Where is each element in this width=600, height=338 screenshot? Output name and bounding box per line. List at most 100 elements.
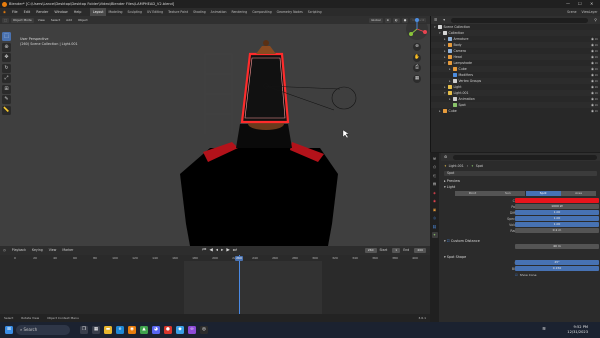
timeline-playhead[interactable]: [239, 255, 240, 314]
light-type-sun[interactable]: Sun: [490, 191, 526, 196]
tab-compositing[interactable]: Compositing: [250, 8, 274, 16]
menu-select[interactable]: Select: [49, 18, 62, 23]
light-type-spot[interactable]: Spot: [525, 191, 561, 196]
wifi-icon[interactable]: ≋: [540, 326, 548, 334]
object-tab-icon[interactable]: ▣: [432, 207, 438, 213]
outliner-row[interactable]: ▸ Cube ◉ ▭: [431, 108, 600, 114]
properties-editor-icon[interactable]: ⚙: [441, 155, 450, 159]
tab-uv-editing[interactable]: UV Editing: [144, 8, 165, 16]
view-layer-selector[interactable]: ViewLayer: [579, 8, 600, 16]
rotate-tool-icon[interactable]: ↻: [2, 63, 11, 73]
mode-dropdown[interactable]: Object Mode: [10, 17, 34, 23]
3d-viewport[interactable]: [0, 24, 430, 246]
windows-start-icon[interactable]: ⊞: [5, 326, 13, 334]
app-icon-blue[interactable]: ◆: [176, 326, 184, 334]
menu-edit[interactable]: Edit: [21, 8, 34, 16]
blender-menu-icon[interactable]: ◉: [0, 8, 9, 16]
tab-animation[interactable]: Animation: [208, 8, 229, 16]
orientation-dropdown[interactable]: Global: [369, 17, 383, 23]
menu-timeline-view[interactable]: View: [46, 246, 60, 255]
tool-tab-icon[interactable]: ⚒: [432, 156, 438, 162]
color-swatch[interactable]: [515, 198, 599, 203]
scene-tab-icon[interactable]: ◈: [432, 190, 438, 196]
render-tab-icon[interactable]: ⎙: [432, 164, 438, 170]
playhead-frame-label[interactable]: 260: [235, 255, 243, 261]
jump-end-icon[interactable]: ⏭: [231, 246, 238, 255]
property-value[interactable]: 45°: [515, 260, 599, 265]
editor-type-icon[interactable]: ⬚: [2, 17, 9, 23]
edge-icon[interactable]: e: [116, 326, 124, 334]
pan-hand-icon[interactable]: ✋: [413, 53, 421, 62]
property-value[interactable]: 1.00: [515, 222, 599, 227]
tab-sculpting[interactable]: Sculpting: [125, 8, 144, 16]
perspective-toggle-icon[interactable]: ▦: [413, 74, 421, 83]
current-frame-field[interactable]: 260: [364, 247, 377, 254]
section-light[interactable]: ▾ Light: [441, 184, 600, 190]
scene-selector[interactable]: Scene: [565, 8, 579, 16]
task-view-icon[interactable]: ❐: [80, 326, 88, 334]
tab-rendering[interactable]: Rendering: [229, 8, 250, 16]
maximize-button[interactable]: ☐: [578, 1, 582, 6]
light-type-point[interactable]: Point: [455, 191, 490, 196]
cursor-tool-icon[interactable]: ⊕: [2, 42, 11, 52]
timeline-ruler[interactable]: 0204060801001201401601802002202402602803…: [0, 255, 430, 261]
output-tab-icon[interactable]: ⎗: [432, 173, 438, 179]
show-cone-row[interactable]: ☑ Show Cone: [441, 272, 600, 278]
menu-keying[interactable]: Keying: [29, 246, 46, 255]
property-value[interactable]: 1.00: [515, 216, 599, 221]
render-camera-icon[interactable]: ▭: [595, 108, 598, 114]
discord-icon[interactable]: ◕: [152, 326, 160, 334]
menu-marker[interactable]: Marker: [59, 246, 76, 255]
app-icon-green[interactable]: ▲: [140, 326, 148, 334]
menu-render[interactable]: Render: [33, 8, 51, 16]
light-data-tab-icon[interactable]: ✦: [431, 232, 438, 238]
app-icon-red[interactable]: ●: [164, 326, 172, 334]
zoom-icon[interactable]: ⊕: [413, 43, 421, 51]
start-frame-field[interactable]: 1: [392, 247, 401, 254]
file-explorer-icon[interactable]: ▬: [104, 326, 112, 334]
physics-tab-icon[interactable]: ◎: [432, 215, 438, 221]
transform-tool-icon[interactable]: ⊞: [2, 84, 11, 94]
taskbar-search[interactable]: ⌕ Search: [16, 325, 70, 335]
datablock-selector[interactable]: Spot: [444, 170, 597, 177]
tab-shading[interactable]: Shading: [191, 8, 209, 16]
distance-value[interactable]: 40 m: [515, 244, 599, 249]
annotate-tool-icon[interactable]: ✎: [2, 95, 11, 104]
outliner-editor-icon[interactable]: ☰: [431, 18, 440, 22]
property-value[interactable]: 0.150: [515, 266, 599, 271]
constraints-tab-icon[interactable]: ⛓: [432, 224, 438, 230]
move-tool-icon[interactable]: ✥: [2, 53, 11, 62]
close-button[interactable]: ✕: [590, 1, 593, 6]
visibility-eye-icon[interactable]: ◉: [591, 108, 594, 114]
camera-view-icon[interactable]: ⎙: [413, 64, 421, 72]
view-layer-tab-icon[interactable]: ▤: [432, 181, 438, 187]
tab-layout[interactable]: Layout: [90, 8, 106, 16]
obs-icon[interactable]: ◎: [200, 326, 208, 334]
scale-tool-icon[interactable]: ⤢: [2, 74, 11, 83]
menu-window[interactable]: Window: [51, 8, 70, 16]
jump-start-icon[interactable]: ⏮: [201, 246, 208, 255]
end-frame-field[interactable]: 400: [414, 247, 427, 254]
filter-display-icon[interactable]: ▾: [440, 18, 448, 22]
properties-search-input[interactable]: [453, 154, 597, 160]
property-value[interactable]: 0.1 m: [515, 228, 599, 233]
minimize-button[interactable]: —: [566, 1, 570, 6]
menu-add[interactable]: Add: [64, 18, 74, 23]
taskbar-clock[interactable]: 9:52 PM 12/31/2023: [567, 325, 588, 335]
menu-playback[interactable]: Playback: [9, 246, 29, 255]
overlay-icon[interactable]: ◐: [393, 17, 400, 23]
property-value[interactable]: 1.00: [515, 210, 599, 215]
timeline-editor-icon[interactable]: ◷: [0, 246, 9, 255]
blender-taskbar-icon[interactable]: ◉: [128, 326, 136, 334]
filter-icon[interactable]: ⚲: [591, 18, 600, 22]
menu-view[interactable]: View: [36, 18, 47, 23]
outliner-search-input[interactable]: [451, 17, 589, 23]
select-box-icon[interactable]: ⬚: [2, 32, 11, 41]
measure-tool-icon[interactable]: 📏: [2, 105, 11, 115]
tab-scripting[interactable]: Scripting: [305, 8, 324, 16]
menu-help[interactable]: Help: [71, 8, 85, 16]
world-tab-icon[interactable]: ◉: [432, 198, 438, 204]
menu-object[interactable]: Object: [76, 18, 90, 23]
widgets-icon[interactable]: ▦: [92, 326, 100, 334]
snap-icon[interactable]: ⊕: [384, 17, 392, 23]
